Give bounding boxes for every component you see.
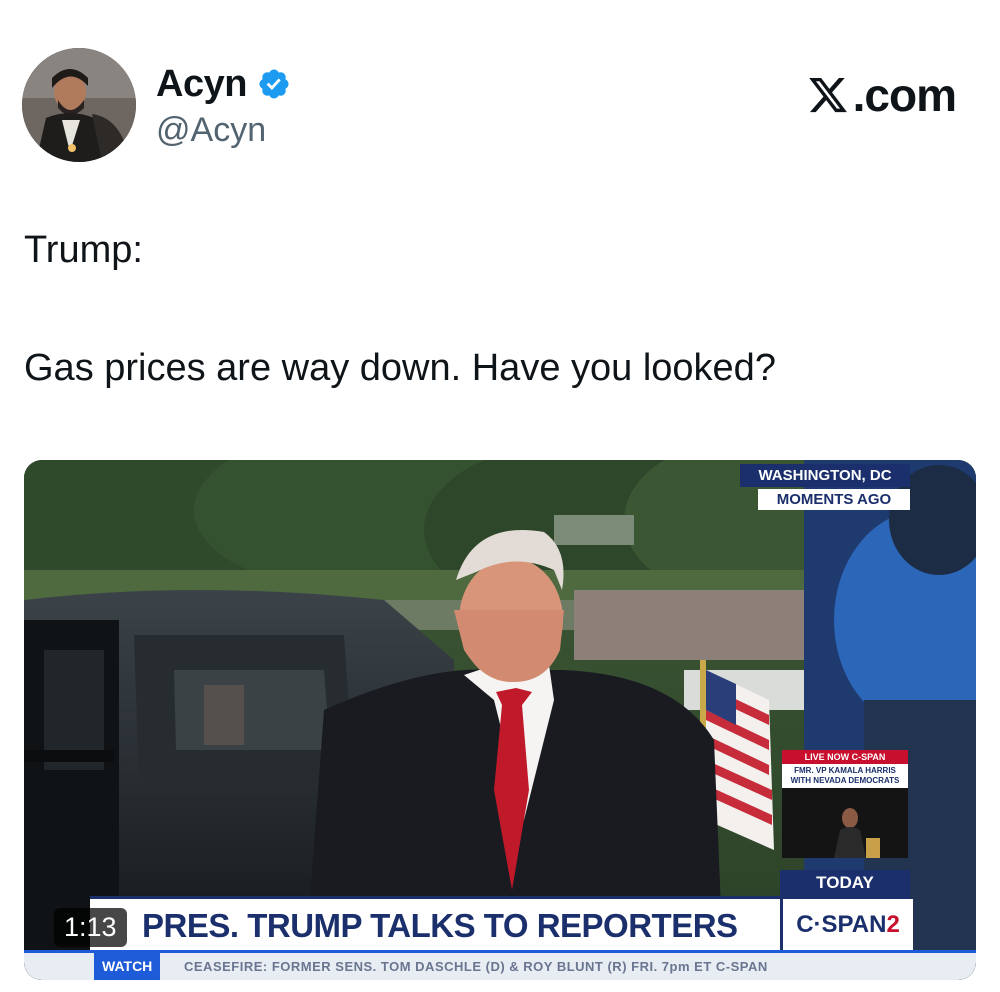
- headline-text: PRES. TRUMP TALKS TO REPORTERS: [142, 907, 738, 944]
- tweet-line-1: Trump:: [24, 229, 143, 271]
- location-text: WASHINGTON, DC: [740, 464, 910, 487]
- tweet-text: Trump: Gas prices are way down. Have you…: [24, 226, 974, 392]
- network-prefix: C·SPAN: [796, 911, 887, 938]
- cspan2-logo: C·SPAN2: [780, 899, 913, 950]
- network-suffix: 2: [886, 911, 900, 938]
- ticker-watch-label: WATCH: [94, 953, 161, 980]
- timing-text: MOMENTS AGO: [758, 489, 910, 510]
- today-label: TODAY: [780, 870, 910, 896]
- location-banner: WASHINGTON, DC MOMENTS AGO: [740, 464, 910, 510]
- news-ticker: WATCH CEASEFIRE: FORMER SENS. TOM DASCHL…: [24, 950, 976, 980]
- ticker-text: CEASEFIRE: FORMER SENS. TOM DASCHLE (D) …: [184, 959, 768, 974]
- author-handle[interactable]: @Acyn: [156, 108, 291, 152]
- author-info: Acyn @Acyn: [156, 62, 291, 152]
- live-subtitle-line-2: WITH NEVADA DEMOCRATS: [790, 776, 900, 785]
- live-now-title: LIVE NOW C-SPAN: [782, 750, 908, 764]
- video-player[interactable]: WASHINGTON, DC MOMENTS AGO LIVE NOW C-SP…: [24, 460, 976, 980]
- live-subtitle-line-1: FMR. VP KAMALA HARRIS: [794, 766, 896, 775]
- x-com-brand: .com: [805, 68, 957, 122]
- tweet-line-2: Gas prices are way down. Have you looked…: [24, 347, 776, 389]
- avatar[interactable]: [22, 48, 136, 162]
- x-domain-text: .com: [852, 69, 957, 121]
- live-now-thumbnail: [782, 788, 908, 858]
- video-duration-badge: 1:13: [54, 908, 127, 947]
- tweet-header: Acyn @Acyn .com: [22, 48, 978, 164]
- verified-badge-icon[interactable]: [257, 67, 291, 101]
- live-now-subtitle: FMR. VP KAMALA HARRIS WITH NEVADA DEMOCR…: [782, 764, 908, 788]
- live-now-box: LIVE NOW C-SPAN FMR. VP KAMALA HARRIS WI…: [782, 750, 908, 858]
- x-logo-icon: [808, 77, 847, 113]
- display-name[interactable]: Acyn: [156, 62, 247, 106]
